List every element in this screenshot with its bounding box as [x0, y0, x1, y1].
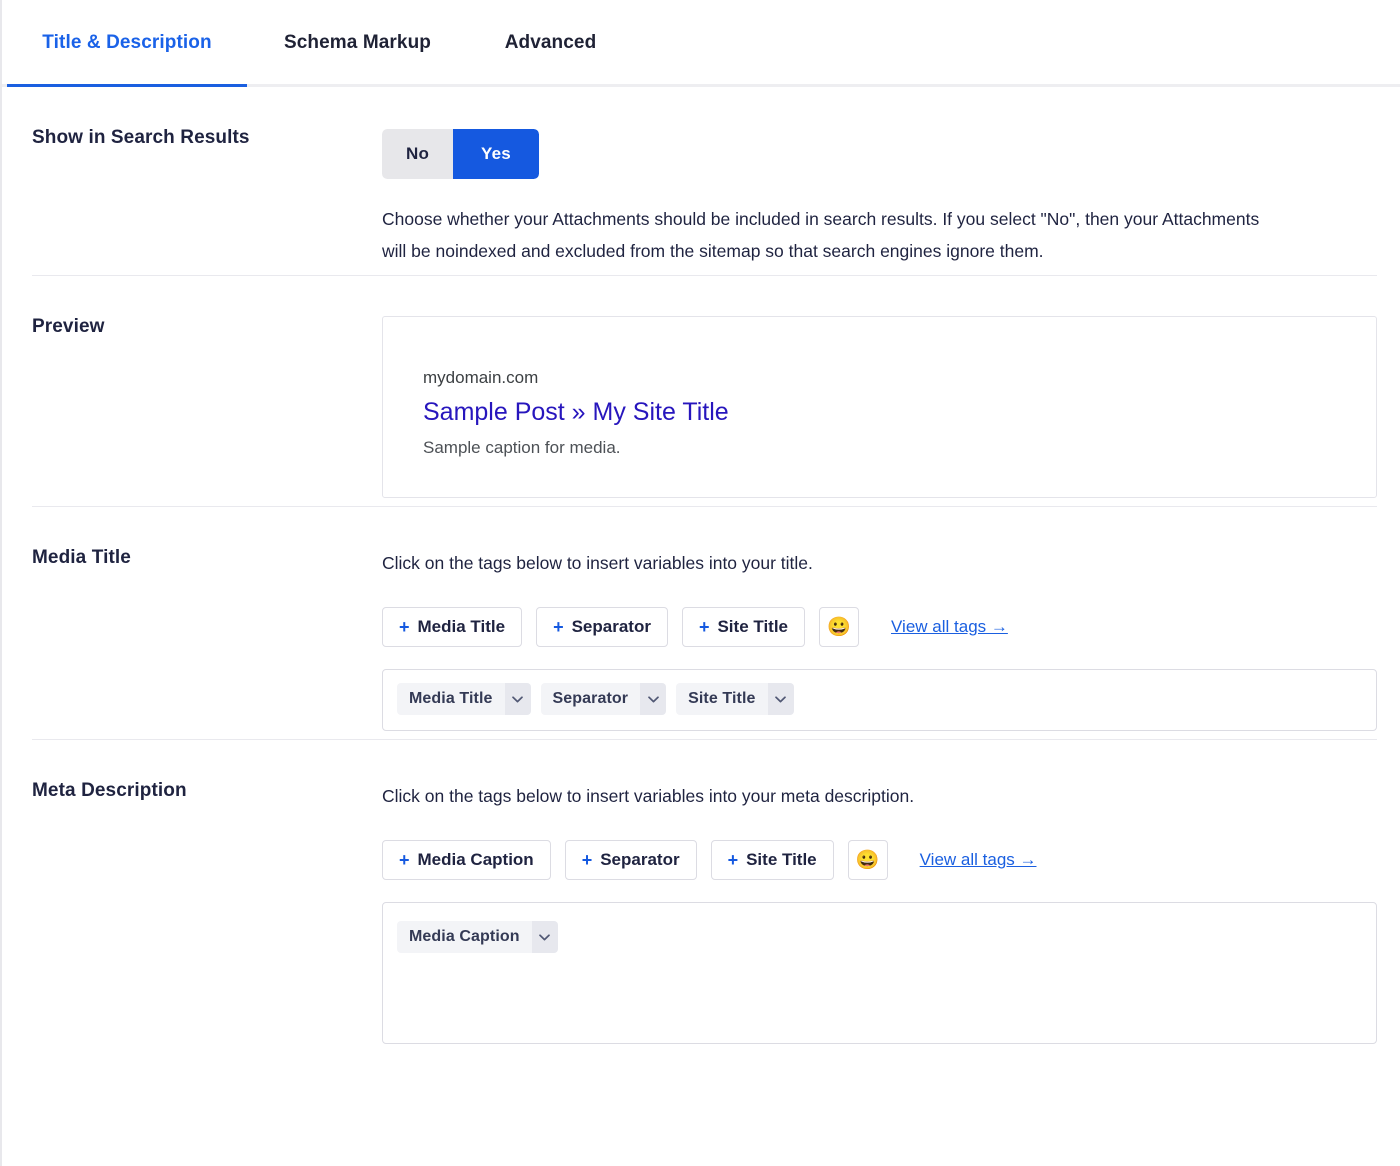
insert-media-title-tag-button[interactable]: + Media Title [382, 607, 523, 648]
preview-title[interactable]: Sample Post » My Site Title [423, 395, 1376, 431]
tab-label: Advanced [504, 32, 597, 53]
label-column: Preview [32, 276, 382, 506]
plus-icon: + [399, 617, 410, 638]
media-title-tag-buttons: + Media Title + Separator + Site Title 😀… [382, 607, 1377, 648]
tag-button-label: Separator [600, 850, 680, 870]
media-title-label: Media Title [32, 547, 131, 569]
meta-description-tag-buttons: + Media Caption + Separator + Site Title… [382, 840, 1377, 881]
tag-button-label: Separator [571, 617, 651, 637]
tag-button-label: Media Caption [417, 850, 534, 870]
seo-settings-panel: Title & Description Schema Markup Advanc… [0, 0, 1400, 1166]
token-site-title[interactable]: Site Title [676, 683, 794, 716]
chevron-down-icon[interactable] [640, 683, 667, 716]
tab-title-description[interactable]: Title & Description [7, 0, 247, 52]
token-label: Site Title [676, 683, 768, 716]
tag-button-label: Media Title [417, 617, 506, 637]
view-all-tags-link[interactable]: View all tags → [891, 617, 1008, 637]
tab-label: Schema Markup [283, 32, 432, 53]
show-in-search-results-toggle: No Yes [382, 129, 539, 179]
media-title-helper-text: Click on the tags below to insert variab… [382, 553, 813, 574]
token-label: Separator [540, 683, 641, 716]
preview-domain: mydomain.com [423, 368, 539, 388]
row-meta-description: Meta Description Click on the tags below… [2, 739, 1400, 1052]
active-tab-indicator [7, 84, 247, 87]
emoji-picker-button[interactable]: 😀 [819, 607, 860, 648]
media-title-token-input[interactable]: Media Title Separator Site Title [382, 669, 1377, 732]
toggle-option-yes[interactable]: Yes [453, 129, 539, 179]
insert-media-caption-tag-button[interactable]: + Media Caption [382, 840, 551, 881]
view-all-tags-link[interactable]: View all tags → [920, 850, 1037, 870]
plus-icon: + [399, 850, 410, 871]
tab-label: Title & Description [42, 32, 212, 53]
token-label: Media Title [397, 683, 505, 716]
preview-description: Sample caption for media. [423, 438, 621, 458]
tab-bar: Title & Description Schema Markup Advanc… [2, 0, 1400, 87]
field-column: mydomain.com Sample Post » My Site Title… [382, 276, 1377, 506]
tag-button-label: Site Title [717, 617, 789, 637]
chevron-down-icon[interactable] [504, 683, 531, 716]
row-preview: Preview mydomain.com Sample Post » My Si… [2, 275, 1400, 506]
plus-icon: + [581, 850, 593, 871]
show-in-search-results-helper-text: Choose whether your Attachments should b… [382, 209, 1260, 262]
token-label: Media Caption [397, 921, 532, 954]
token-media-title[interactable]: Media Title [397, 683, 531, 716]
insert-site-title-tag-button[interactable]: + Site Title [710, 840, 834, 881]
tag-button-label: Site Title [746, 850, 817, 870]
row-show-in-search-results: Show in Search Results No Yes Choose whe… [2, 87, 1400, 275]
plus-icon: + [553, 617, 564, 638]
search-preview-card: mydomain.com Sample Post » My Site Title… [382, 316, 1377, 499]
token-media-caption[interactable]: Media Caption [397, 921, 558, 954]
label-column: Media Title [32, 507, 382, 739]
chevron-down-icon[interactable] [767, 683, 794, 716]
emoji-picker-button[interactable]: 😀 [847, 840, 888, 881]
token-separator[interactable]: Separator [540, 683, 667, 716]
insert-site-title-tag-button[interactable]: + Site Title [681, 607, 806, 648]
chevron-down-icon[interactable] [531, 921, 558, 954]
insert-separator-tag-button[interactable]: + Separator [536, 607, 668, 648]
label-column: Meta Description [32, 740, 382, 1052]
field-column: Click on the tags below to insert variab… [382, 740, 1377, 1052]
meta-description-helper-text: Click on the tags below to insert variab… [382, 786, 915, 807]
label-column: Show in Search Results [32, 87, 382, 275]
tab-schema-markup[interactable]: Schema Markup [247, 0, 468, 52]
field-column: No Yes Choose whether your Attachments s… [382, 87, 1370, 275]
meta-description-label: Meta Description [32, 780, 187, 802]
preview-label: Preview [32, 316, 105, 338]
plus-icon: + [698, 617, 710, 638]
field-column: Click on the tags below to insert variab… [382, 507, 1377, 739]
plus-icon: + [727, 850, 739, 871]
meta-description-token-input[interactable]: Media Caption [382, 902, 1377, 1045]
insert-separator-tag-button[interactable]: + Separator [564, 840, 697, 881]
row-media-title: Media Title Click on the tags below to i… [2, 506, 1400, 739]
toggle-option-no[interactable]: No [382, 129, 453, 179]
show-in-search-results-label: Show in Search Results [32, 127, 250, 148]
tab-advanced[interactable]: Advanced [468, 0, 633, 52]
